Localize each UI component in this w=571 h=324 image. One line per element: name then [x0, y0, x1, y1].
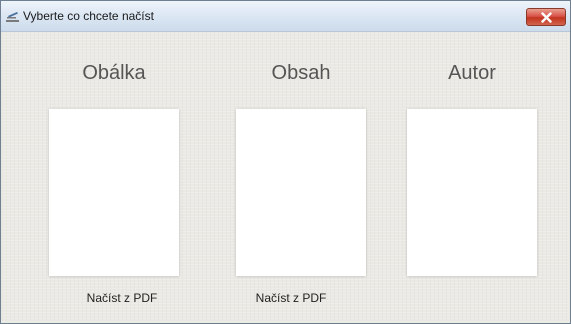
close-icon [541, 12, 552, 23]
author-preview-card[interactable] [407, 109, 537, 276]
load-cover-from-pdf-link[interactable]: Načíst z PDF [42, 291, 202, 305]
load-contents-from-pdf-link[interactable]: Načíst z PDF [211, 291, 371, 305]
title-bar[interactable]: Vyberte co chcete načíst [1, 1, 570, 32]
content-area: Obálka Načíst z PDF Obsah Načíst z PDF A… [2, 32, 569, 322]
heading-obalka: Obálka [82, 62, 146, 84]
heading-obsah: Obsah [271, 62, 331, 84]
document-edit-icon [6, 10, 20, 22]
window-title: Vyberte co chcete načíst [23, 9, 154, 23]
close-button[interactable] [526, 8, 566, 26]
contents-preview-card[interactable] [236, 109, 366, 276]
cover-preview-card[interactable] [49, 109, 179, 276]
dialog-window: Vyberte co chcete načíst Obálka Načíst z… [0, 0, 571, 324]
heading-autor: Autor [448, 62, 496, 84]
